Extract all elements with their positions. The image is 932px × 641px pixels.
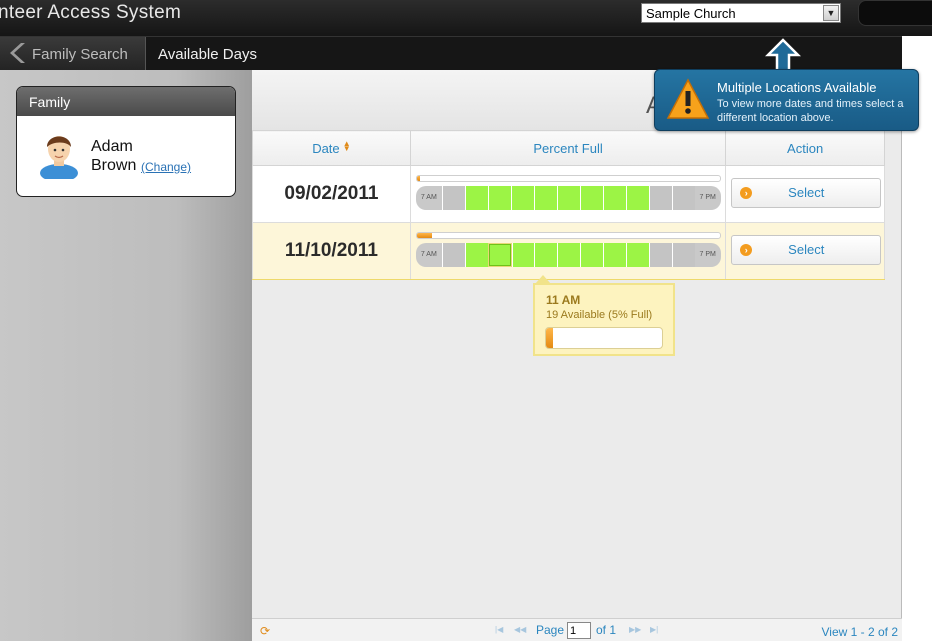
top-bar-right-panel — [858, 0, 932, 26]
time-slot-unavailable[interactable] — [671, 186, 695, 210]
next-page-icon[interactable]: ▶▶ — [629, 625, 641, 634]
time-slot-unavailable[interactable] — [441, 186, 465, 210]
tooltip-fill — [546, 328, 553, 348]
time-slot-available[interactable] — [580, 243, 604, 267]
first-page-icon[interactable]: |◀ — [495, 625, 503, 634]
slot-end-label: 7 PM — [699, 251, 716, 258]
slot-start-label: 7 AM — [420, 251, 437, 258]
user-avatar-icon — [40, 136, 78, 179]
family-first-name: Adam — [91, 138, 133, 155]
sort-icon: ▲ ▼ — [342, 138, 351, 153]
time-slot-available[interactable] — [556, 186, 580, 210]
time-slot-unavailable[interactable] — [649, 243, 672, 267]
tooltip-availability: 19 Available (5% Full) — [546, 309, 653, 321]
percent-full-column-header: Percent Full — [409, 130, 727, 166]
time-slot-available[interactable] — [626, 243, 650, 267]
time-slot-available[interactable] — [625, 186, 649, 210]
date-header-label: Date — [312, 140, 340, 156]
percent-full-meter: 7 AM 7 PM — [415, 175, 721, 210]
change-family-link[interactable]: (Change) — [141, 160, 191, 174]
callout-message: To view more dates and times select a di… — [717, 98, 904, 124]
refresh-icon[interactable]: ⟳ — [260, 624, 270, 638]
breadcrumb-current: Available Days — [158, 46, 257, 63]
percent-full-track — [415, 175, 721, 182]
time-slot-available[interactable] — [603, 243, 627, 267]
family-box: Family Adam Brown (Change) — [16, 86, 236, 197]
arrow-right-circle-icon: › — [740, 244, 753, 256]
prev-page-icon[interactable]: ◀◀ — [514, 625, 526, 634]
app-title: nteer Access System — [0, 2, 182, 23]
action-cell: › Select — [725, 222, 885, 280]
page-total: of 1 — [596, 623, 617, 637]
time-slot-tooltip: 11 AM 19 Available (5% Full) — [533, 275, 675, 356]
time-slot-available[interactable] — [510, 186, 534, 210]
select-button[interactable]: › Select — [731, 235, 882, 265]
percent-full-meter: 7 AM 7 PM — [415, 232, 721, 267]
top-bar: nteer Access System Sample Church ▼ — [0, 0, 932, 36]
time-slots: 7 AM 7 PM — [415, 186, 721, 210]
last-page-icon[interactable]: ▶| — [650, 625, 658, 634]
time-slot-available[interactable] — [602, 186, 626, 210]
tooltip-arrow — [535, 275, 551, 284]
time-slot-available[interactable] — [487, 243, 512, 267]
select-button[interactable]: › Select — [731, 178, 882, 208]
percent-full-fill — [416, 233, 432, 238]
select-button-label: Select — [788, 242, 825, 257]
arrow-up-icon — [765, 38, 801, 72]
percent-header-label: Percent Full — [533, 140, 603, 156]
available-days-table: Date ▲ ▼ Percent Full Action 09/02/2011 7 … — [252, 130, 885, 280]
location-select-value: Sample Church — [646, 6, 736, 21]
callout-title: Multiple Locations Available — [717, 80, 877, 95]
select-button-label: Select — [788, 185, 825, 200]
back-to-family-search-button[interactable]: Family Search — [0, 37, 146, 71]
chevron-down-icon[interactable]: ▼ — [823, 5, 839, 21]
time-slot-unavailable[interactable] — [441, 243, 465, 267]
slot-start-label: 7 AM — [420, 194, 437, 201]
page-label: Page — [536, 623, 565, 637]
time-slot-available[interactable] — [464, 186, 488, 210]
time-slot-unavailable[interactable] — [648, 186, 672, 210]
warning-icon — [666, 78, 710, 119]
tooltip-fill-bar — [545, 327, 663, 349]
percent-full-cell: 7 AM 7 PM — [409, 165, 727, 223]
arrow-right-circle-icon: › — [740, 187, 753, 199]
family-last-name: Brown — [91, 157, 137, 174]
table-row: 09/02/2011 7 AM 7 PM › Select — [252, 165, 885, 223]
date-column-header[interactable]: Date ▲ ▼ — [252, 130, 411, 166]
percent-full-fill — [416, 176, 420, 181]
time-slot-available[interactable] — [557, 243, 581, 267]
time-slots: 7 AM 7 PM — [415, 243, 721, 267]
time-slot-available[interactable] — [511, 243, 535, 267]
left-panel: Family Adam Brown (Change) — [0, 70, 252, 641]
date-cell: 11/10/2011 — [252, 222, 411, 280]
time-slot-available[interactable] — [487, 186, 511, 210]
multiple-locations-callout: Multiple Locations Available To view mor… — [654, 69, 919, 131]
action-header-label: Action — [787, 140, 824, 156]
tooltip-time: 11 AM — [546, 293, 581, 307]
record-count: View 1 - 2 of 2 — [821, 625, 899, 639]
family-box-header: Family — [17, 87, 235, 116]
pager-footer: ⟳ |◀ ◀◀ Page of 1 ▶▶ ▶| View 1 - 2 of 2 — [252, 618, 902, 641]
percent-full-track — [415, 232, 721, 239]
time-slot-available[interactable] — [533, 186, 557, 210]
back-button-label: Family Search — [32, 46, 128, 63]
time-slot-unavailable[interactable] — [671, 243, 695, 267]
date-cell: 09/02/2011 — [252, 165, 411, 223]
action-column-header: Action — [725, 130, 885, 166]
time-slot-available[interactable] — [579, 186, 603, 210]
table-row: 11/10/2011 7 AM 7 PM › Select — [252, 222, 885, 280]
chevron-left-icon — [10, 43, 25, 63]
time-slot-available[interactable] — [534, 243, 558, 267]
percent-full-cell: 7 AM 7 PM — [409, 222, 727, 280]
time-slot-available[interactable] — [464, 243, 488, 267]
location-select[interactable]: Sample Church ▼ — [641, 3, 841, 23]
slot-end-label: 7 PM — [699, 194, 716, 201]
page-number-input[interactable] — [567, 622, 591, 639]
action-cell: › Select — [725, 165, 885, 223]
